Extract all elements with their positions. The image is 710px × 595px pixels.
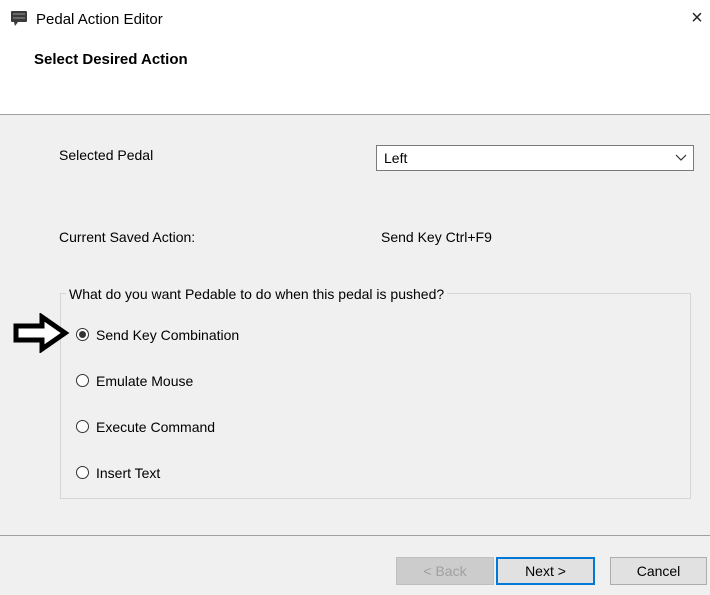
button-bar: < Back Next > Cancel [0,536,710,595]
chevron-down-icon [675,154,687,161]
cancel-button[interactable]: Cancel [610,557,707,585]
pointer-arrow-icon [13,313,70,353]
next-button[interactable]: Next > [496,557,595,585]
back-button[interactable]: < Back [396,557,494,585]
close-icon[interactable]: × [686,6,708,30]
radio-button[interactable] [76,466,89,479]
radio-execute-command[interactable]: Execute Command [76,417,226,437]
radio-label: Send Key Combination [96,327,240,343]
page-subtitle: Select Desired Action [34,51,188,68]
selected-pedal-dropdown[interactable]: Left [376,145,694,171]
radio-button[interactable] [76,374,89,387]
content-panel: Selected Pedal Left Current Saved Action… [0,115,710,536]
pedal-action-editor-window: Pedal Action Editor × Select Desired Act… [0,0,710,595]
window-title: Pedal Action Editor [36,11,163,28]
radio-label: Emulate Mouse [96,373,194,389]
radio-button[interactable] [76,420,89,433]
header-panel: Pedal Action Editor × Select Desired Act… [0,0,710,115]
selected-pedal-value: Left [384,150,408,166]
current-action-label: Current Saved Action: [59,229,196,245]
radio-button[interactable] [76,328,89,341]
radio-label: Execute Command [96,419,216,435]
radio-emulate-mouse[interactable]: Emulate Mouse [76,371,216,391]
radio-label: Insert Text [96,465,161,481]
current-action-value: Send Key Ctrl+F9 [381,229,492,245]
radio-send-key-combination[interactable]: Send Key Combination [76,325,256,345]
action-group-legend: What do you want Pedable to do when this… [66,285,448,303]
selected-pedal-label: Selected Pedal [59,147,154,163]
pedal-app-icon [11,11,27,26]
radio-insert-text[interactable]: Insert Text [76,463,186,483]
